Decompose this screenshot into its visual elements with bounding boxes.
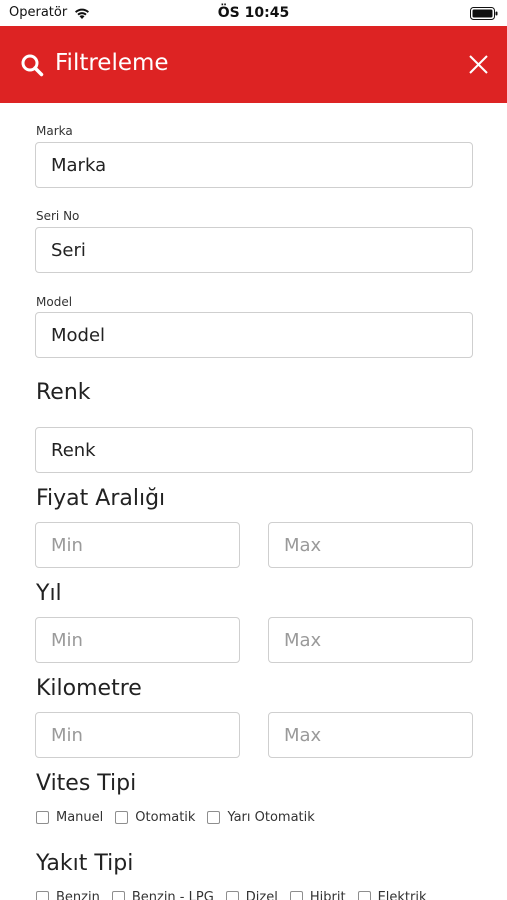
color-section-title: Renk (36, 380, 91, 405)
status-time: ÖS 10:45 (217, 5, 290, 21)
price-min-input[interactable]: Min (35, 522, 240, 568)
option-label: Hibrit (309, 890, 346, 900)
option-label: Elektrik (377, 890, 427, 900)
transmission-options: Manuel Otomatik Yarı Otomatik (36, 810, 327, 825)
option-label: Manuel (56, 810, 104, 825)
year-max-input[interactable]: Max (268, 617, 473, 663)
price-range-title: Fiyat Aralığı (36, 486, 166, 511)
fuel-option-electric[interactable]: Elektrik (357, 890, 427, 900)
year-max-placeholder: Max (284, 629, 322, 651)
year-min-input[interactable]: Min (35, 617, 240, 663)
model-label: Model (36, 295, 73, 309)
brand-label: Marka (36, 124, 73, 138)
filter-header: Filtreleme (0, 26, 507, 103)
checkbox[interactable] (36, 891, 49, 900)
checkbox[interactable] (207, 811, 221, 824)
transmission-option-manual[interactable]: Manuel (36, 810, 103, 825)
year-title: Yıl (36, 581, 62, 606)
model-value: Model (51, 324, 106, 346)
year-min-placeholder: Min (51, 629, 83, 651)
color-value: Renk (51, 439, 96, 461)
page-title: Filtreleme (55, 50, 169, 76)
km-max-placeholder: Max (284, 724, 322, 746)
km-max-input[interactable]: Max (268, 712, 473, 758)
transmission-title: Vites Tipi (36, 771, 137, 796)
km-min-input[interactable]: Min (35, 712, 240, 758)
checkbox[interactable] (289, 891, 303, 900)
km-min-placeholder: Min (51, 724, 83, 746)
checkbox[interactable] (111, 891, 125, 900)
fuel-option-hybrid[interactable]: Hibrit (289, 890, 346, 900)
transmission-option-automatic[interactable]: Otomatik (115, 810, 195, 825)
price-max-placeholder: Max (284, 534, 322, 556)
serial-value: Seri (51, 239, 86, 261)
checkbox[interactable] (357, 891, 371, 900)
price-min-placeholder: Min (51, 534, 83, 556)
model-field[interactable]: Model (35, 312, 473, 358)
option-label: Benzin (56, 890, 100, 900)
kilometer-title: Kilometre (36, 676, 142, 701)
option-label: Benzin - LPG (131, 890, 214, 900)
option-label: Yarı Otomatik (227, 810, 315, 825)
brand-value: Marka (51, 154, 107, 176)
color-field[interactable]: Renk (35, 427, 473, 473)
transmission-option-semi-automatic[interactable]: Yarı Otomatik (207, 810, 315, 825)
brand-field[interactable]: Marka (35, 142, 473, 188)
price-max-input[interactable]: Max (268, 522, 473, 568)
option-label: Otomatik (135, 810, 196, 825)
fuel-option-gasoline[interactable]: Benzin (36, 890, 100, 900)
battery-icon (470, 7, 498, 20)
fuel-title: Yakıt Tipi (36, 851, 134, 876)
checkbox[interactable] (115, 811, 129, 824)
serial-label: Seri No (36, 209, 80, 223)
checkbox[interactable] (225, 891, 239, 900)
close-icon[interactable] (468, 54, 489, 75)
fuel-option-diesel[interactable]: Dizel (225, 890, 278, 900)
fuel-options: Benzin Benzin - LPG Dizel Hibrit Elektri… (36, 890, 439, 900)
status-bar: Operatör ÖS 10:45 (0, 0, 507, 26)
fuel-option-gasoline-lpg[interactable]: Benzin - LPG (111, 890, 214, 900)
option-label: Dizel (245, 890, 278, 900)
checkbox[interactable] (36, 811, 49, 824)
search-icon (21, 54, 44, 77)
serial-field[interactable]: Seri (35, 227, 473, 273)
